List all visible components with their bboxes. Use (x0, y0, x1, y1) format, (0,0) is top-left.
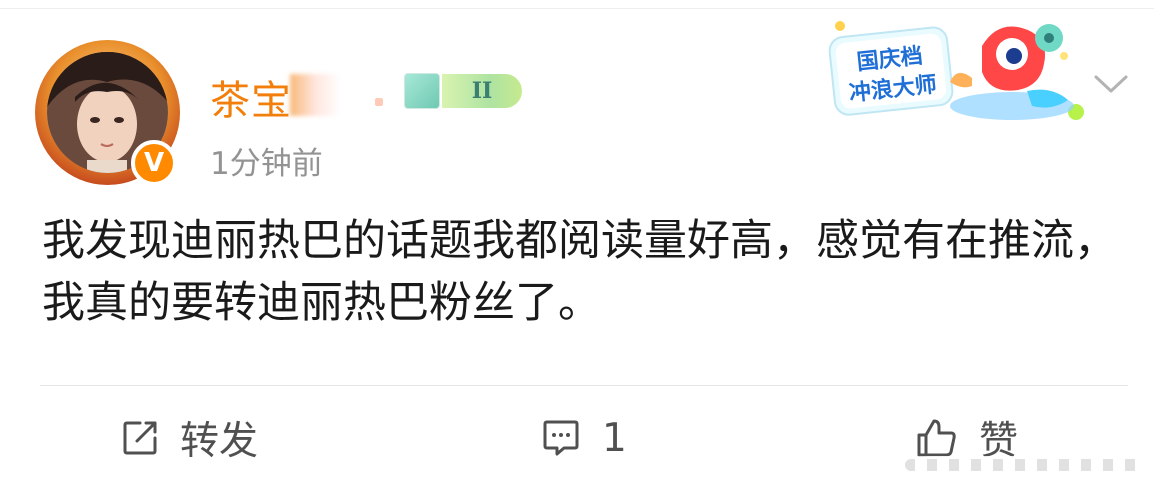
actions-divider (40, 385, 1128, 386)
redacted-mark (375, 98, 383, 106)
post-timestamp: 1分钟前 (210, 146, 323, 182)
member-badge-icon (404, 73, 440, 109)
comment-button[interactable]: 1 (540, 412, 627, 464)
redacted-username-part (290, 74, 340, 116)
chevron-down-icon[interactable] (1092, 70, 1130, 98)
scroll-indicator (905, 459, 1145, 471)
top-divider (0, 8, 1154, 9)
repost-label: 转发 (180, 419, 259, 464)
comment-icon (543, 420, 579, 456)
comment-count: 1 (602, 415, 627, 461)
promo-sticker[interactable]: 国庆档 冲浪大师 (822, 16, 1090, 128)
username[interactable]: 茶宝 (210, 68, 292, 126)
verified-badge: V (131, 140, 177, 186)
member-level-badge[interactable]: II (404, 72, 522, 110)
repost-button[interactable]: 转发 (120, 412, 258, 464)
post-body: 我发现迪丽热巴的话题我都阅读量好高，感觉有在推流，我真的要转迪丽热巴粉丝了。 (42, 216, 1117, 328)
repost-icon (123, 421, 157, 455)
member-level-label: II (442, 74, 522, 108)
thumbs-up-icon (917, 419, 956, 457)
avatar[interactable]: V (35, 40, 180, 186)
